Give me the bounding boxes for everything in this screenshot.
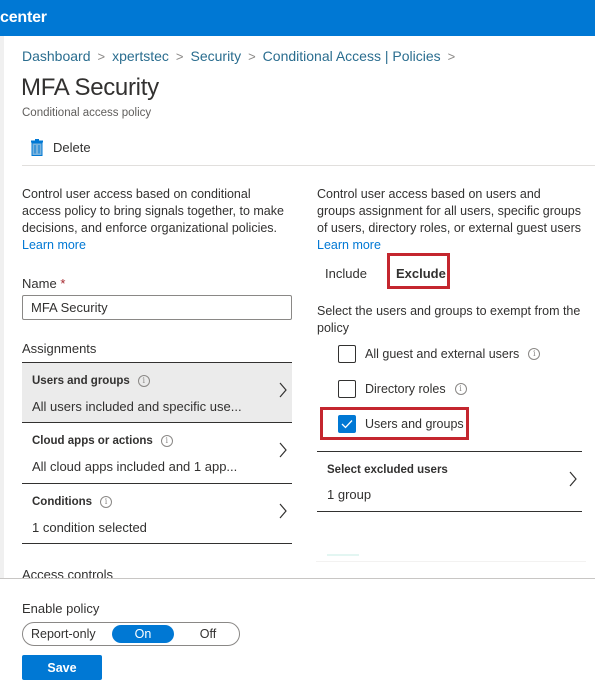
breadcrumb-separator: > [175,49,184,64]
breadcrumb-policies[interactable]: Conditional Access | Policies [263,48,441,64]
assignment-conditions[interactable]: Conditions i 1 condition selected [22,483,292,543]
breadcrumb-separator: > [97,49,106,64]
excluded-users-title: Select excluded users [327,464,448,476]
enable-policy-toggle: Report-only On Off [22,622,240,646]
toggle-off[interactable]: Off [183,625,233,643]
chevron-right-icon [569,471,577,487]
assignment-users-and-groups[interactable]: Users and groups i All users included and… [22,362,292,422]
assignment-title: Cloud apps or actions [32,435,153,447]
checkbox-all-guest-users[interactable]: All guest and external users i [338,345,541,363]
faint-divider [316,561,586,562]
info-icon[interactable]: i [454,383,467,395]
exempt-description: Select the users and groups to exempt fr… [317,304,581,335]
delete-button[interactable]: Delete [30,139,91,156]
breadcrumb-separator: > [248,49,256,64]
checkbox[interactable] [338,345,356,363]
assignments-heading: Assignments [22,341,97,356]
assignment-summary: 1 condition selected [32,520,147,535]
info-icon[interactable]: i [528,348,541,360]
tab-include[interactable]: Include [325,266,367,281]
page-subtitle: Conditional access policy [22,107,152,119]
users-groups-description-text: Control user access based on users and g… [317,187,582,235]
enable-policy-label: Enable policy [22,601,100,616]
checkmark-icon [341,420,353,429]
page-title: MFA Security [21,74,159,101]
assignment-title: Conditions [32,496,93,508]
excluded-users-value: 1 group [327,487,372,502]
learn-more-link[interactable]: Learn more [22,238,86,252]
assignment-summary: All users included and specific use... [32,399,242,414]
command-bar: Delete [22,134,595,166]
save-button[interactable]: Save [22,655,102,680]
checkbox-label: All guest and external users [365,347,520,361]
policy-name-input[interactable] [22,295,292,320]
name-label-text: Name [22,276,57,291]
assignment-cloud-apps[interactable]: Cloud apps or actions i All cloud apps in… [22,422,292,482]
assignment-summary: All cloud apps included and 1 app... [32,459,238,474]
breadcrumb-dashboard[interactable]: Dashboard [22,48,91,64]
required-asterisk: * [60,276,66,291]
policy-description-text: Control user access based on conditional… [22,187,284,235]
checkbox-users-and-groups[interactable]: Users and groups [338,415,464,433]
portal-header: center [0,0,595,36]
learn-more-link[interactable]: Learn more [317,238,381,252]
divider [22,543,292,544]
portal-title: center [0,9,47,26]
users-groups-description: Control user access based on users and g… [317,186,582,254]
divider [317,511,582,512]
info-icon[interactable]: i [100,496,113,508]
chevron-right-icon [279,442,287,458]
checkbox[interactable] [338,380,356,398]
checkbox-label: Users and groups [365,417,464,431]
breadcrumb: Dashboard > xpertstec > Security > Conditional… [22,48,462,64]
chevron-right-icon [279,503,287,519]
checkbox-directory-roles[interactable]: Directory roles i [338,380,467,398]
info-icon[interactable]: i [160,435,173,447]
toggle-report-only[interactable]: Report-only [31,625,111,643]
info-icon[interactable]: i [137,375,150,387]
toggle-on[interactable]: On [112,625,174,643]
assignment-title: Users and groups [32,375,130,387]
policy-description: Control user access based on conditional… [22,186,292,254]
checkbox-checked[interactable] [338,415,356,433]
faint-accent [327,554,359,556]
tab-exclude[interactable]: Exclude [396,266,446,281]
checkbox-label: Directory roles [365,382,446,396]
name-label: Name * [22,276,65,291]
chevron-right-icon [279,382,287,398]
delete-label: Delete [53,140,91,155]
breadcrumb-security[interactable]: Security [191,48,242,64]
breadcrumb-separator: > [447,49,456,64]
select-excluded-users[interactable]: Select excluded users 1 group [317,452,582,511]
breadcrumb-tenant[interactable]: xpertstec [112,48,169,64]
trash-icon [31,139,43,156]
